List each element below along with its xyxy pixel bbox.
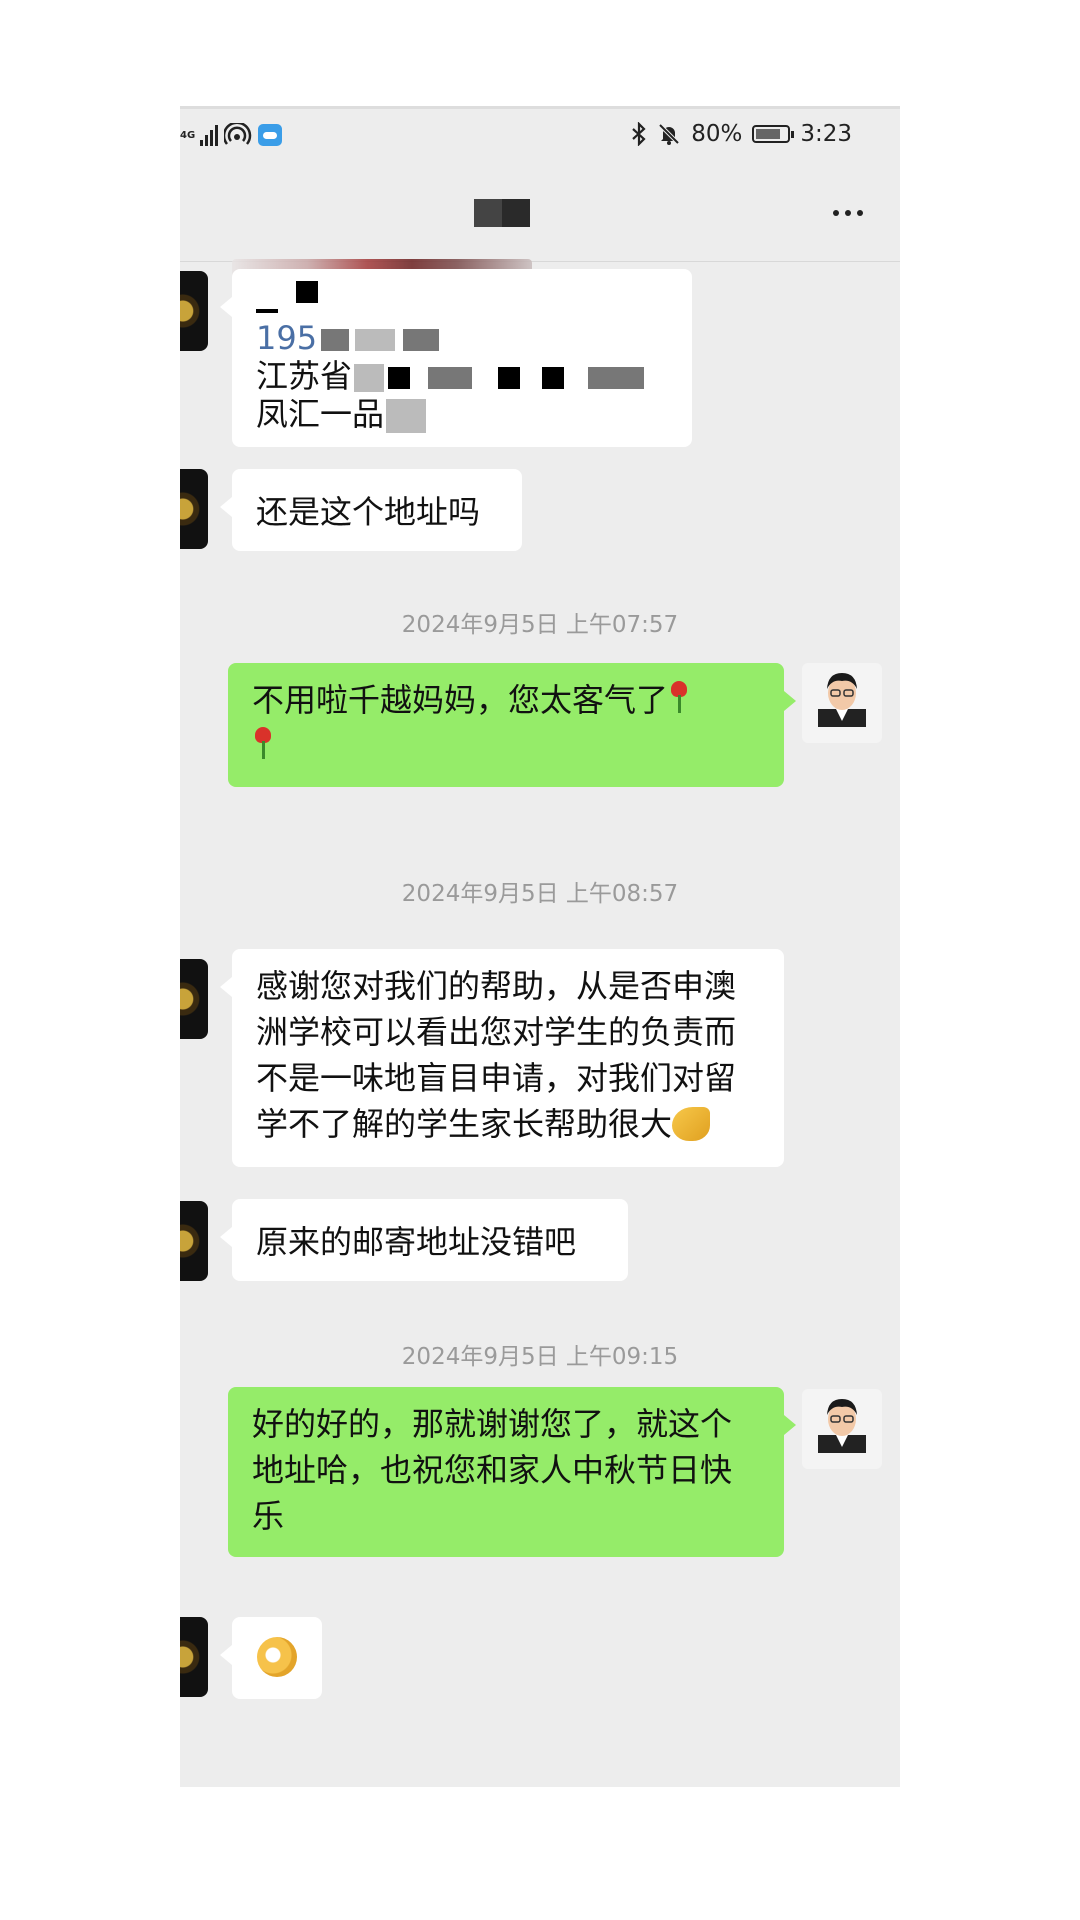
bell-off-icon: [658, 123, 680, 145]
message-bubble-incoming[interactable]: 感谢您对我们的帮助，从是否申澳 洲学校可以看出您对学生的负责而 不是一味地盲目申…: [220, 949, 784, 1167]
message-bubble-address[interactable]: 二\ 195 江苏省 凤汇一品: [220, 269, 692, 447]
my-avatar[interactable]: [802, 1389, 882, 1469]
contact-avatar[interactable]: [180, 271, 208, 351]
message-text: 还是这个地址吗: [256, 493, 481, 531]
ok-hand-emoji-icon: [257, 1637, 297, 1677]
network-type: 4G: [180, 129, 196, 141]
battery-percent: 80%: [691, 121, 743, 147]
address-phone-line[interactable]: 195: [256, 319, 668, 357]
message-text: 不是一味地盲目申请，对我们对留: [256, 1059, 737, 1097]
message-bubble-incoming[interactable]: 原来的邮寄地址没错吧: [220, 1199, 628, 1281]
battery-level: [756, 129, 781, 139]
contact-avatar[interactable]: [180, 1201, 208, 1281]
message-bubble-incoming[interactable]: 还是这个地址吗: [220, 469, 522, 551]
message-text: 洲学校可以看出您对学生的负责而: [256, 1013, 737, 1051]
battery-icon: [752, 125, 795, 143]
address-community-line: 凤汇一品: [256, 395, 668, 433]
bluetooth-icon: [632, 122, 646, 146]
message-timestamp: 2024年9月5日 上午07:57: [401, 612, 679, 638]
message-text: 好的好的，那就谢谢您了，就这个: [252, 1405, 733, 1443]
hotspot-icon: [224, 123, 252, 145]
contact-avatar[interactable]: [180, 469, 208, 549]
chat-title-redacted: [474, 199, 530, 227]
message-bubble-outgoing[interactable]: 好的好的，那就谢谢您了，就这个 地址哈，也祝您和家人中秋节日快 乐: [228, 1387, 796, 1557]
message-text: 感谢您对我们的帮助，从是否申澳: [256, 967, 737, 1005]
pray-emoji-icon: [672, 1107, 711, 1141]
cloud-icon: [258, 124, 282, 146]
more-icon[interactable]: [824, 193, 872, 233]
chat-screen: 4G 80% 3:23 195 江苏省 凤汇一品 还是这个地址吗 2024年9月…: [180, 106, 900, 1787]
signal-icon: [200, 124, 218, 146]
message-bubble-incoming[interactable]: [220, 1617, 322, 1699]
message-text: 不用啦千越妈妈，您太客气了: [252, 681, 669, 719]
message-text: 原来的邮寄地址没错吧: [256, 1223, 577, 1261]
status-left: 4G: [180, 123, 282, 147]
profile-photo-icon: [818, 1399, 866, 1453]
contact-avatar[interactable]: [180, 959, 208, 1039]
rose-emoji-icon: [252, 725, 274, 761]
profile-photo-icon: [818, 673, 866, 727]
contact-avatar[interactable]: [180, 1617, 208, 1697]
address-province-line: 江苏省: [256, 357, 668, 395]
status-right: 80% 3:23: [631, 121, 852, 147]
chat-title-bar: [180, 165, 900, 262]
status-bar: 4G 80% 3:23: [180, 109, 900, 165]
message-timestamp: 2024年9月5日 上午09:15: [401, 1344, 679, 1370]
message-text: 地址哈，也祝您和家人中秋节日快: [252, 1451, 733, 1489]
address-name-line: 二\: [256, 281, 668, 319]
message-text: 学不了解的学生家长帮助很大: [256, 1105, 673, 1143]
rose-emoji-icon: [668, 679, 690, 715]
message-timestamp: 2024年9月5日 上午08:57: [401, 881, 679, 907]
message-bubble-outgoing[interactable]: 不用啦千越妈妈，您太客气了: [228, 663, 796, 787]
clock: 3:23: [800, 121, 852, 147]
my-avatar[interactable]: [802, 663, 882, 743]
message-text: 乐: [252, 1497, 285, 1535]
